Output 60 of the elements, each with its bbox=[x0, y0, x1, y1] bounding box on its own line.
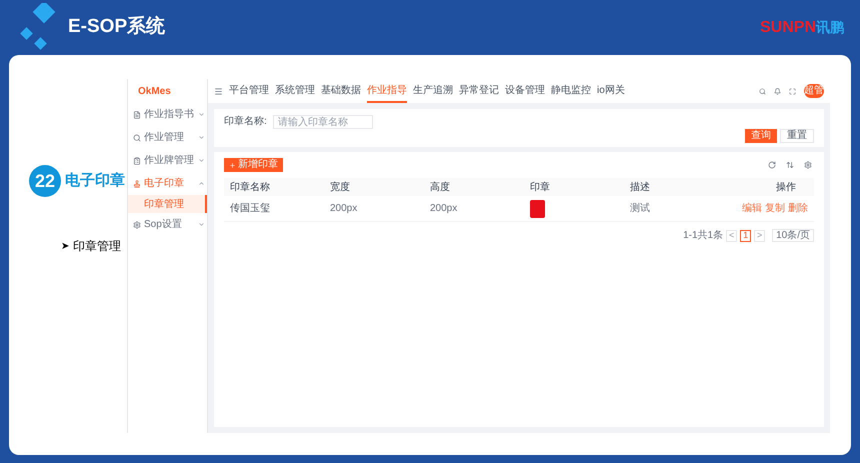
row-action-link[interactable]: 编辑 bbox=[742, 201, 762, 216]
nav-tab[interactable]: 异常登记 bbox=[459, 79, 499, 103]
chevron-down-icon bbox=[198, 221, 205, 228]
sidebar-menu-item[interactable]: 作业牌管理 bbox=[128, 149, 207, 172]
column-header: 高度 bbox=[430, 180, 451, 194]
table-cell-text: 测试 bbox=[630, 202, 651, 216]
reset-button[interactable]: 重置 bbox=[780, 129, 814, 143]
user-avatar[interactable]: 超管 bbox=[804, 84, 824, 98]
nav-tab[interactable]: 作业指导 bbox=[367, 79, 407, 103]
nav-tab[interactable]: 设备管理 bbox=[505, 79, 545, 103]
row-action-link[interactable]: 复制 bbox=[765, 201, 785, 216]
chevron-down-icon bbox=[198, 111, 205, 118]
column-header: 操作 bbox=[775, 180, 797, 194]
fullscreen-icon[interactable] bbox=[789, 88, 796, 94]
chevron-down-icon bbox=[198, 157, 205, 164]
next-page-button[interactable]: > bbox=[754, 230, 766, 242]
section-item: 印章管理 bbox=[73, 238, 121, 255]
table-cell-text: 200px bbox=[330, 202, 358, 216]
bell-icon[interactable] bbox=[774, 88, 781, 94]
bullet-arrow: ➤ bbox=[61, 240, 69, 254]
header-title: E-SOP系统 bbox=[68, 14, 166, 40]
chevron-up-icon bbox=[198, 180, 205, 187]
row-action-link[interactable]: 删除 bbox=[788, 201, 808, 216]
app-logo: OkMes bbox=[138, 84, 171, 98]
column-header: 印章 bbox=[530, 180, 551, 194]
column-height-icon[interactable] bbox=[786, 161, 794, 169]
table-cell-text: 200px bbox=[430, 202, 458, 216]
sidebar-menu-item[interactable]: 作业管理 bbox=[128, 126, 207, 149]
section-title: 电子印章 bbox=[65, 170, 125, 191]
plus-icon bbox=[229, 162, 236, 168]
page-size-select[interactable]: 10条/页 bbox=[772, 229, 814, 242]
nav-tab[interactable]: 生产追溯 bbox=[413, 79, 453, 103]
column-header: 宽度 bbox=[330, 180, 351, 194]
stamp-name-input[interactable]: 请输入印章名称 bbox=[272, 115, 373, 129]
column-header: 描述 bbox=[630, 180, 651, 194]
table-cell-text: 传国玉玺 bbox=[230, 202, 271, 216]
search-label: 印章名称: bbox=[224, 115, 267, 129]
pagination-summary: 1-1共1条 bbox=[683, 228, 724, 243]
query-button[interactable]: 查询 bbox=[745, 129, 777, 143]
section-number-badge: 22 bbox=[29, 165, 61, 197]
sidebar-menu-item[interactable]: Sop设置 bbox=[128, 213, 207, 236]
sidebar-menu-item[interactable]: 作业指导书 bbox=[128, 103, 207, 126]
add-stamp-button[interactable]: 新增印章 bbox=[224, 158, 283, 172]
brand-logo-text: SUNPN bbox=[760, 18, 816, 38]
nav-tab[interactable]: 基础数据 bbox=[321, 79, 361, 103]
prev-page-button[interactable]: < bbox=[726, 230, 738, 242]
stamp-image bbox=[530, 200, 545, 218]
sidebar-menu-item[interactable]: 电子印章 bbox=[128, 172, 207, 195]
sidebar-submenu-item[interactable]: 印章管理 bbox=[128, 195, 207, 213]
nav-tab[interactable]: 静电监控 bbox=[551, 79, 591, 103]
settings-icon[interactable] bbox=[804, 161, 812, 169]
nav-tab[interactable]: 系统管理 bbox=[275, 79, 315, 103]
refresh-icon[interactable] bbox=[768, 161, 776, 169]
chevron-down-icon bbox=[198, 134, 205, 141]
search-icon[interactable] bbox=[759, 88, 766, 94]
column-header: 印章名称 bbox=[230, 180, 271, 194]
nav-tab[interactable]: 平台管理 bbox=[229, 79, 269, 103]
brand-logo-cjk: 讯鹏 bbox=[816, 18, 844, 36]
page-button[interactable]: 1 bbox=[740, 230, 752, 242]
nav-tab[interactable]: io网关 bbox=[597, 79, 625, 103]
